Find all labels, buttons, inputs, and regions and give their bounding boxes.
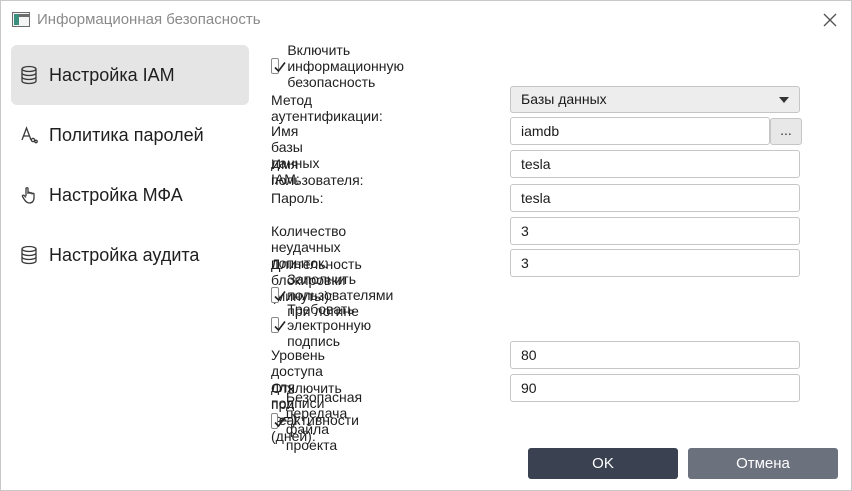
require-esign-checkbox-row[interactable]: Требовать электронную подпись [271, 301, 379, 349]
ok-button[interactable]: OK [528, 448, 678, 479]
password-label: Пароль: [271, 190, 324, 206]
sidebar-item-label: Настройка IAM [49, 64, 175, 85]
auth-method-label: Метод аутентификации: [271, 92, 383, 124]
fill-users-checkbox[interactable] [271, 287, 286, 303]
enable-security-label: Включить информационную безопасность [287, 42, 404, 90]
sidebar-item-label: Политика паролей [49, 124, 204, 145]
inactivity-disable-input[interactable]: 90 [510, 374, 800, 402]
sidebar-item-label: Настройка МФА [49, 184, 183, 205]
sign-access-level-input[interactable]: 80 [510, 341, 800, 369]
password-input[interactable]: tesla [510, 184, 800, 212]
secure-transfer-checkbox-row[interactable]: Безопасная передача файла проекта [271, 389, 371, 453]
password-policy-icon [19, 125, 39, 145]
username-input[interactable]: tesla [510, 150, 800, 178]
window-title: Информационная безопасность [37, 11, 261, 28]
sidebar-item-password-policy[interactable]: Политика паролей [11, 105, 249, 165]
sidebar-item-mfa[interactable]: Настройка МФА [11, 165, 249, 225]
sidebar: Настройка IAM Политика паролей Настройка… [11, 45, 249, 285]
sidebar-item-iam[interactable]: Настройка IAM [11, 45, 249, 105]
sidebar-item-label: Настройка аудита [49, 244, 200, 265]
enable-security-checkbox[interactable] [271, 58, 286, 74]
require-esign-checkbox[interactable] [271, 317, 286, 333]
database-icon [19, 65, 39, 85]
iam-db-name-input[interactable]: iamdb [510, 117, 770, 145]
secure-transfer-label: Безопасная передача файла проекта [285, 389, 363, 453]
enable-security-checkbox-row[interactable]: Включить информационную безопасность [271, 42, 412, 90]
require-esign-label: Требовать электронную подпись [287, 301, 372, 349]
sidebar-item-audit[interactable]: Настройка аудита [11, 225, 249, 285]
chevron-down-icon [779, 97, 789, 103]
username-label: Имя пользователя: [271, 156, 364, 188]
lock-duration-input[interactable]: 3 [510, 249, 800, 277]
cancel-button[interactable]: Отмена [688, 448, 838, 479]
title-bar: Информационная безопасность [1, 1, 851, 39]
database-icon [19, 245, 39, 265]
close-icon[interactable] [819, 9, 841, 31]
browse-button[interactable]: ... [770, 118, 802, 145]
secure-transfer-checkbox[interactable] [271, 413, 286, 429]
hand-pointer-icon [19, 185, 39, 205]
app-icon [12, 12, 30, 27]
auth-method-value: Базы данных [521, 91, 607, 107]
security-dialog: Информационная безопасность Настройка IA… [0, 0, 852, 491]
auth-method-select[interactable]: Базы данных [510, 86, 800, 113]
failed-attempts-input[interactable]: 3 [510, 217, 800, 245]
